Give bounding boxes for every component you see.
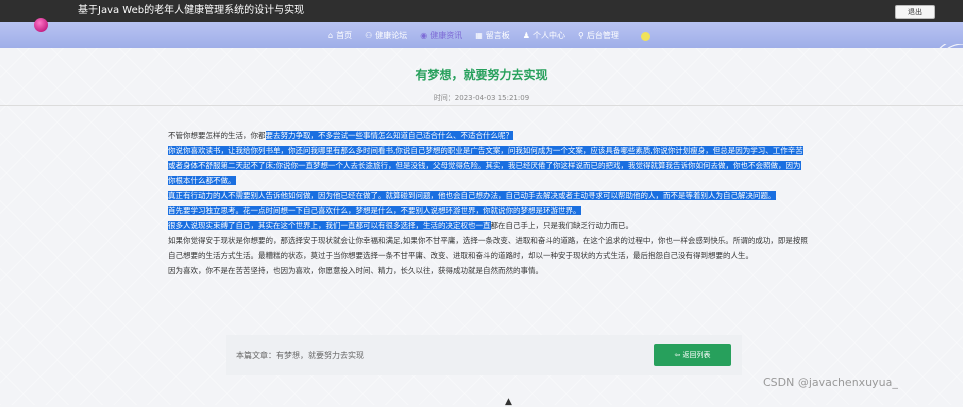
current-article-label: 本篇文章：有梦想，就要努力去实现 — [236, 351, 364, 360]
article-paragraph: 因为喜欢，你不是在苦苦坚持，也因为喜欢，你愿意投入时间、精力，长久以往，获得成功… — [168, 263, 808, 278]
article-footer-card: 本篇文章：有梦想，就要努力去实现 ⇦ 返回列表 — [226, 335, 742, 375]
mouse-cursor-icon: ▲ — [505, 397, 512, 407]
article-title: 有梦想，就要努力去实现 — [415, 68, 548, 82]
nav-item-label: 个人中心 — [532, 30, 565, 40]
nav-item-4[interactable]: ♟ 个人中心 — [523, 30, 565, 41]
article-page: 有梦想，就要努力去实现 时间：2023-04-03 15:21:09 不管你想要… — [0, 48, 963, 405]
article-content: 不管你想要怎样的生活，你都要去努力争取，不多尝试一些事情怎么知道自己适合什么、不… — [168, 128, 808, 278]
article-paragraph: 不管你想要怎样的生活，你都要去努力争取，不多尝试一些事情怎么知道自己适合什么、不… — [168, 128, 808, 143]
article-paragraph: 很多人说现实束缚了自己，其实在这个世界上，我们一直都可以有很多选择，生活的决定权… — [168, 218, 808, 233]
nav-item-3[interactable]: ▦ 留言板 — [475, 30, 510, 41]
home-icon: ⌂ — [328, 30, 334, 40]
news-icon: ◉ — [420, 30, 428, 40]
logout-button[interactable]: 退出 — [895, 5, 935, 19]
nav-item-label: 首页 — [336, 30, 353, 40]
nav-item-2[interactable]: ◉ 健康资讯 — [420, 30, 462, 41]
forum-icon: ⚇ — [365, 30, 373, 40]
back-to-list-button[interactable]: ⇦ 返回列表 — [654, 344, 731, 366]
user-icon: ♟ — [522, 30, 530, 40]
nav-item-1[interactable]: ⚇ 健康论坛 — [365, 30, 407, 41]
paragraph-text: 不管你想要怎样的生活，你都 — [168, 131, 266, 140]
nav-item-label: 留言板 — [485, 30, 510, 40]
decorative-dot-icon — [641, 32, 650, 41]
selected-text: 很多人说现实束缚了自己，其实在这个世界上，我们一直都可以有很多选择，生活的决定权… — [168, 221, 491, 230]
nav-item-label: 健康论坛 — [375, 30, 408, 40]
back-to-list-label: 返回列表 — [682, 351, 711, 359]
selected-text: 你说你喜欢读书，让我给你列书单，你还问我哪里有那么多时间看书,你说自己梦想的职业… — [168, 146, 803, 185]
divider — [0, 105, 963, 106]
main-navbar: ⌂ 首页 ⚇ 健康论坛 ◉ 健康资讯 ▦ 留言板 ♟ 个人中心 ⚲ 后台管理 — [0, 22, 963, 70]
nav-menu: ⌂ 首页 ⚇ 健康论坛 ◉ 健康资讯 ▦ 留言板 ♟ 个人中心 ⚲ 后台管理 — [328, 22, 619, 48]
message-board-icon: ▦ — [475, 30, 483, 40]
selected-text: 首先要学习独立思考。花一点时间想一下自己喜欢什么，梦想是什么，不要别人说想环游世… — [168, 206, 581, 215]
selected-text: 要去努力争取，不多尝试一些事情怎么知道自己适合什么、不适合什么呢？ — [265, 131, 513, 140]
paragraph-text: 因为喜欢，你不是在苦苦坚持，也因为喜欢，你愿意投入时间、精力，长久以往，获得成功… — [168, 266, 543, 275]
article-paragraph: 如果你觉得安于现状是你想要的，那选择安于现状就会让你幸福和满足,如果你不甘平庸，… — [168, 233, 808, 263]
top-bar: 基于Java Web的老年人健康管理系统的设计与实现 退出 — [0, 0, 963, 22]
paragraph-text: 都在自己手上，只是我们缺乏行动力而已。 — [490, 221, 634, 230]
arrow-left-icon: ⇦ — [674, 351, 681, 359]
nav-item-label: 后台管理 — [586, 30, 619, 40]
logo-icon — [34, 18, 48, 32]
app-title: 基于Java Web的老年人健康管理系统的设计与实现 — [78, 5, 305, 16]
selected-text: 真正有行动力的人不需要别人告诉他如何做，因为他已经在做了。就算碰到问题，他也会自… — [168, 191, 776, 200]
csdn-watermark: CSDN @javachenxuyua_ — [763, 376, 898, 389]
nav-item-0[interactable]: ⌂ 首页 — [328, 30, 352, 41]
nav-item-5[interactable]: ⚲ 后台管理 — [578, 30, 619, 41]
link-icon: ⚲ — [577, 30, 584, 40]
article-paragraph: 首先要学习独立思考。花一点时间想一下自己喜欢什么，梦想是什么，不要别人说想环游世… — [168, 203, 808, 218]
article-paragraph: 你说你喜欢读书，让我给你列书单，你还问我哪里有那么多时间看书,你说自己梦想的职业… — [168, 143, 808, 188]
nav-item-label: 健康资讯 — [430, 30, 463, 40]
paragraph-text: 如果你觉得安于现状是你想要的，那选择安于现状就会让你幸福和满足,如果你不甘平庸，… — [168, 236, 808, 260]
article-time: 时间：2023-04-03 15:21:09 — [433, 94, 530, 102]
article-paragraph: 真正有行动力的人不需要别人告诉他如何做，因为他已经在做了。就算碰到问题，他也会自… — [168, 188, 808, 203]
